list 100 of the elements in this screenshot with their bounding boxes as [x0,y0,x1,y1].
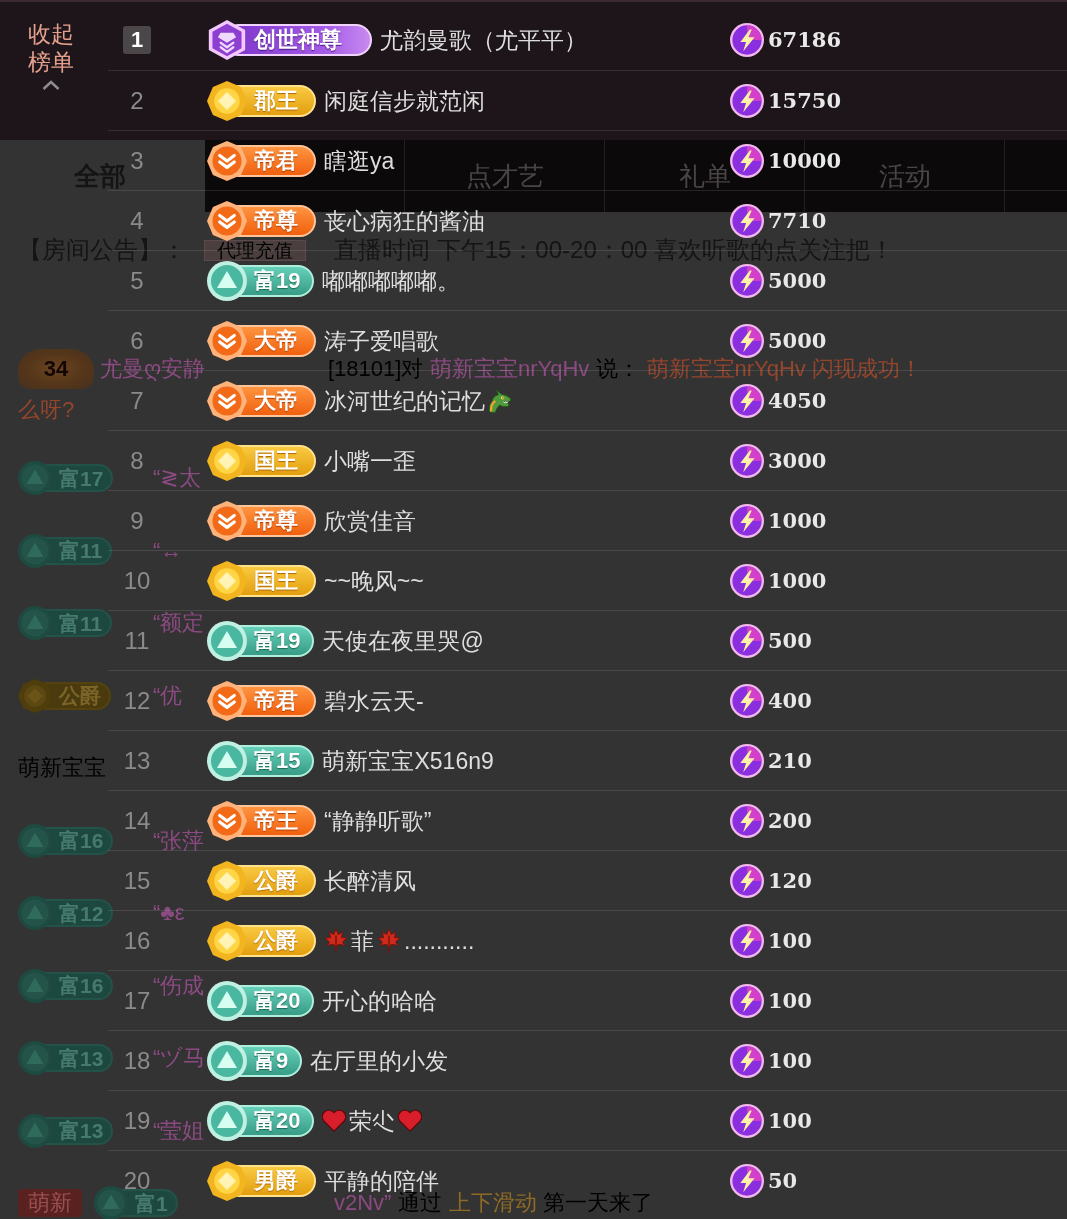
lightning-coin-icon [730,683,764,718]
user-name: 萌新宝宝X516n9 [322,748,494,773]
chat-message: “♣ε [153,902,185,924]
badge-label: 郡王 [253,89,298,112]
badge-label: 公爵 [252,869,298,892]
chat-message: “莹姐 [153,1119,205,1142]
diamond-emblem-icon [207,440,247,481]
badge-label: 大帝 [253,329,298,352]
maple-leaf-icon [324,928,348,953]
lightning-coin-icon [730,1103,764,1138]
badge-label: 国王 [253,569,298,592]
rank-number: 11 [124,630,150,651]
chat-message: 么呀? [18,399,75,421]
chat-tab[interactable]: 礼单 [678,163,731,189]
diamond-emblem-icon [207,80,247,121]
badge-label: 帝尊 [253,509,298,532]
announcement-tag: 代理充值 [204,239,306,261]
badge-label: 帝君 [253,689,298,712]
badge-label: 大帝 [253,389,298,412]
lightning-coin-icon [730,23,764,57]
lightning-coin-icon [730,503,764,538]
chevron-emblem-icon [207,140,247,181]
lightning-coin-icon [730,1163,764,1198]
lightning-coin-icon [730,563,764,598]
chat-message: “ヅ马 [153,1047,206,1069]
chevron-emblem-icon [207,200,247,241]
badge-label: 富15 [253,749,301,772]
rank-number: 20 [123,1170,151,1191]
lightning-coin-icon [730,743,764,778]
triangle-emblem-icon [207,1100,247,1141]
user-name: ........... [404,928,475,953]
chat-message: “伤成 [153,974,205,997]
rank-number: 2 [130,90,144,111]
badge-label: 富9 [253,1049,289,1072]
lightning-coin-icon [730,923,764,958]
lightning-coin-icon [730,1043,764,1078]
collapse-button[interactable]: 收起榜单 [28,20,74,90]
rank-number: 12 [123,690,151,711]
user-name: 欣赏佳音 [324,508,416,533]
score-value: 10000 [768,149,842,172]
score-value: 500 [768,629,812,652]
triangle-emblem-icon [207,620,247,661]
user-name: 闲庭信步就范闲 [324,88,485,113]
lightning-coin-icon [730,863,764,898]
chat-message: “↔ [153,539,183,562]
triangle-emblem-icon [207,1040,247,1081]
newbie-tag: 萌新 [18,1189,82,1217]
chevron-emblem-icon [207,320,247,361]
score-value: 1000 [768,509,827,532]
chevron-emblem-icon [207,800,247,841]
chevron-emblem-icon [207,380,247,421]
user-name: 菲 [351,928,374,953]
chat-tab[interactable]: 点才艺 [465,163,544,189]
rank-number: 18 [123,1050,151,1071]
badge-label: 帝尊 [253,209,298,232]
user-name: 碧水云天- [324,688,424,713]
rank-number: 6 [130,330,144,351]
lightning-coin-icon [730,83,764,118]
sender-name: 尤曼ღ安静 [100,358,206,380]
user-name: 嘟嘟嘟嘟嘟。 [322,268,461,293]
score-value: 67186 [768,29,842,51]
user-name: 瞎逛ya [324,148,395,173]
score-value: 7710 [768,209,827,232]
rank-number: 1 [123,26,151,54]
lightning-coin-icon [730,143,764,178]
rank-number: 4 [130,210,144,231]
lightning-coin-icon [730,983,764,1018]
dragon-head-icon [488,388,512,413]
user-name: 丧心病狂的酱油 [324,208,485,233]
rank-number: 14 [123,810,151,831]
user-name: 小嘴一歪 [324,448,416,473]
score-value: 210 [768,749,812,772]
badge-label: 公爵 [252,929,298,952]
badge-label: 富20 [253,1109,301,1132]
rank-number: 17 [123,990,151,1011]
chevron-emblem-icon [207,500,247,541]
diamond-emblem-icon [207,1160,247,1201]
score-value: 120 [768,869,812,892]
score-value: 400 [768,689,812,712]
rank-number: 7 [130,390,144,411]
rank-number: 5 [130,270,144,291]
heart-icon [398,1108,423,1133]
chevron-up-icon [42,80,60,90]
level-badge: 34 [18,349,94,389]
rank-number: 15 [123,870,151,891]
score-value: 100 [768,989,812,1012]
rank-number: 13 [123,750,151,771]
score-value: 15750 [768,89,842,112]
heart-icon [322,1108,347,1133]
user-name: 长醉清风 [324,868,416,893]
badge-label: 富19 [253,629,301,652]
lightning-coin-icon [730,263,764,298]
user-name: ~~晚风~~ [324,568,424,593]
user-name: 荣尐 [349,1108,396,1133]
triangle-emblem-icon [207,740,247,781]
chat-tab[interactable]: 活动 [878,163,931,189]
chat-message: “优 [153,684,183,707]
badge-label: 富19 [253,269,301,292]
lightning-coin-icon [730,383,764,418]
score-value: 50 [768,1169,798,1192]
